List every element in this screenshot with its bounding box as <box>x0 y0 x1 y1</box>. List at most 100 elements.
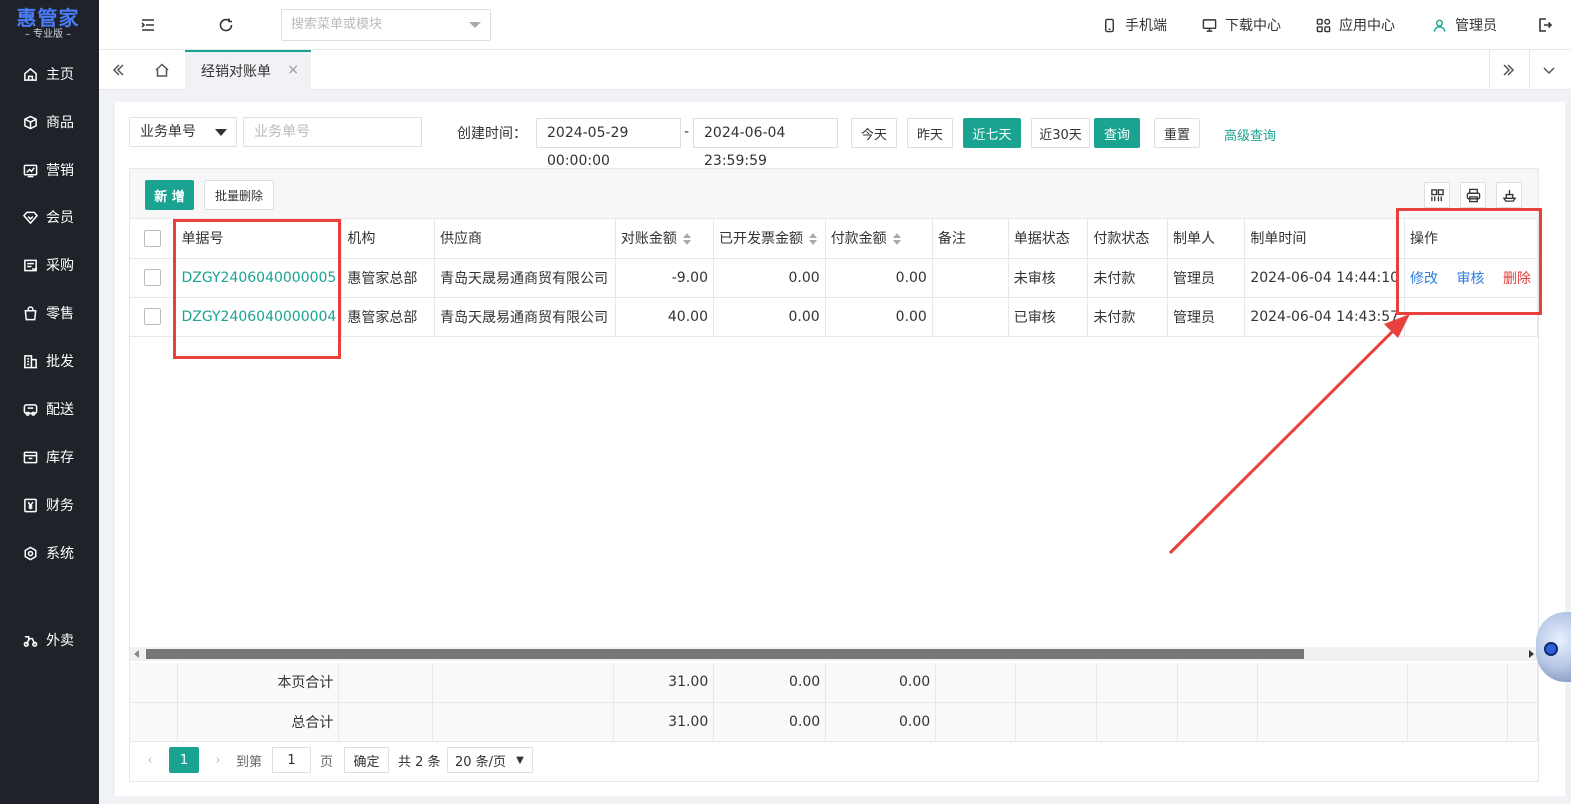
total-count: 共 2 条 <box>398 754 441 770</box>
summary-row-page: 本页合计 31.00 0.00 0.00 <box>130 663 1539 703</box>
sort-icon[interactable] <box>682 233 691 246</box>
summary-amount: 31.00 <box>613 702 715 742</box>
bill-no-link[interactable]: DZGY2406040000004 <box>181 309 336 325</box>
user-menu[interactable]: 管理员 <box>1432 15 1497 35</box>
close-icon[interactable]: × <box>287 62 299 78</box>
goto-confirm-button[interactable]: 确定 <box>344 747 389 773</box>
add-button[interactable]: 新 增 <box>145 180 194 210</box>
print-icon[interactable] <box>1460 182 1486 208</box>
tabs-scroll-right-icon[interactable] <box>1489 50 1527 90</box>
actions-cell <box>1404 297 1538 337</box>
sidebar-item-goods[interactable]: 商品 <box>0 102 99 142</box>
grid-toolbar: 新 增 批量删除 <box>130 169 1538 219</box>
delete-link[interactable]: 删除 <box>1503 271 1531 287</box>
last-7-days-button[interactable]: 近七天 <box>963 118 1021 148</box>
sidebar-item-retail[interactable]: 零售 <box>0 293 99 333</box>
app-center-link[interactable]: 应用中心 <box>1316 15 1395 35</box>
yesterday-button[interactable]: 昨天 <box>907 118 953 148</box>
sidebar-item-member[interactable]: 会员 <box>0 197 99 237</box>
page-1-button[interactable]: 1 <box>169 747 199 773</box>
monitor-icon <box>1202 18 1217 32</box>
sidebar-item-system[interactable]: 系统 <box>0 533 99 573</box>
menu-search-select[interactable]: 搜索菜单或模块 <box>281 9 491 41</box>
bill-no-cell: DZGY2406040000005 <box>175 258 343 298</box>
sidebar-item-purchase[interactable]: 采购 <box>0 245 99 285</box>
sidebar-item-marketing[interactable]: 营销 <box>0 150 99 190</box>
mobile-label: 手机端 <box>1125 18 1167 34</box>
bill-status-cell: 未审核 <box>1008 258 1089 298</box>
summary-paid: 0.00 <box>825 702 937 742</box>
sort-icon[interactable] <box>892 233 901 246</box>
mobile-link[interactable]: 手机端 <box>1102 15 1167 35</box>
column-settings-icon[interactable] <box>1424 182 1450 208</box>
app-logo[interactable]: 惠管家 – 专业版 – <box>0 0 96 48</box>
remark-cell <box>932 258 1009 298</box>
audit-link[interactable]: 审核 <box>1456 271 1484 287</box>
batch-delete-button[interactable]: 批量删除 <box>204 180 274 210</box>
home-tab-icon[interactable] <box>143 50 181 90</box>
tab-dealer-statement[interactable]: 经销对账单 × <box>185 50 311 90</box>
header-paid-label: 付款金额 <box>830 231 887 248</box>
row-select-cell <box>130 258 177 298</box>
page-size-select[interactable]: 20 条/页 ▼ <box>447 747 533 773</box>
bag-icon <box>22 305 38 321</box>
summary-table: 本页合计 31.00 0.00 0.00 总合计 31.00 0.00 0.00 <box>130 663 1539 742</box>
app-center-label: 应用中心 <box>1339 18 1395 34</box>
bill-status-cell: 已审核 <box>1008 297 1089 337</box>
logo-subtitle: – 专业版 – <box>24 29 72 40</box>
tabs-menu-chevron-icon[interactable] <box>1529 50 1567 90</box>
search-field-select[interactable]: 业务单号 <box>129 117 237 147</box>
download-center-link[interactable]: 下载中心 <box>1202 15 1281 35</box>
supplier-cell: 青岛天晟易通商贸有限公司 <box>434 297 616 337</box>
horizontal-scrollbar[interactable] <box>130 647 1538 661</box>
sidebar: 惠管家 – 专业版 – 主页 商品 营销 会员 采购 零售 批发 配送 库存 财… <box>0 0 99 804</box>
select-all-checkbox[interactable] <box>144 229 162 247</box>
pay-status-cell: 未付款 <box>1087 297 1168 337</box>
header-invoiced[interactable]: 已开发票金额 <box>713 219 826 259</box>
reset-button[interactable]: 重置 <box>1154 118 1200 148</box>
menu-collapse-icon[interactable] <box>139 16 157 34</box>
refresh-icon[interactable] <box>217 16 235 34</box>
scroll-right-arrow-icon[interactable] <box>1529 650 1534 658</box>
header-invoiced-label: 已开发票金额 <box>718 231 803 248</box>
creator-cell: 管理员 <box>1167 258 1246 298</box>
sidebar-item-label: 财务 <box>46 498 74 514</box>
next-page-icon[interactable]: › <box>210 747 226 773</box>
sidebar-item-home[interactable]: 主页 <box>0 54 99 94</box>
statement-table: 单据号 机构 供应商 对账金额 已开发票金额 付款金额 备注 单据状态 付款状态… <box>130 219 1538 337</box>
sidebar-item-wholesale[interactable]: 批发 <box>0 341 99 381</box>
bill-no-link[interactable]: DZGY2406040000005 <box>181 270 336 286</box>
export-icon[interactable] <box>1496 182 1522 208</box>
sidebar-item-takeaway[interactable]: 外卖 <box>0 620 99 660</box>
sidebar-item-finance[interactable]: 财务 <box>0 485 99 525</box>
header-paid[interactable]: 付款金额 <box>825 219 933 259</box>
pay-status-cell: 未付款 <box>1087 258 1168 298</box>
sort-icon[interactable] <box>808 233 817 246</box>
last-30-days-button[interactable]: 近30天 <box>1031 118 1090 148</box>
sidebar-item-inventory[interactable]: 库存 <box>0 437 99 477</box>
date-end-input[interactable]: 2024-06-04 23:59:59 <box>693 118 838 169</box>
header-org: 机构 <box>341 219 436 259</box>
sidebar-item-label: 配送 <box>46 402 74 418</box>
date-start-input[interactable]: 2024-05-29 00:00:00 <box>536 118 681 169</box>
query-button[interactable]: 查询 <box>1094 118 1140 148</box>
scrollbar-thumb[interactable] <box>146 649 1304 659</box>
prev-page-icon[interactable]: ‹ <box>142 747 158 773</box>
logout-icon[interactable] <box>1536 16 1554 34</box>
edit-link[interactable]: 修改 <box>1410 271 1438 287</box>
today-button[interactable]: 今天 <box>851 118 897 148</box>
goto-page-input[interactable]: 1 <box>272 747 311 773</box>
row-checkbox[interactable] <box>144 308 162 325</box>
invoiced-cell: 0.00 <box>713 297 826 337</box>
advanced-query-link[interactable]: 高级查询 <box>1224 125 1276 144</box>
header-amount[interactable]: 对账金额 <box>615 219 714 259</box>
header-actions: 操作 <box>1404 219 1538 259</box>
tabs-scroll-left-icon[interactable] <box>99 50 137 90</box>
amount-cell: 40.00 <box>615 297 714 337</box>
row-checkbox[interactable] <box>144 269 162 286</box>
menu-search-placeholder: 搜索菜单或模块 <box>291 17 383 32</box>
scroll-left-arrow-icon[interactable] <box>134 650 139 658</box>
sidebar-item-label: 零售 <box>46 306 74 322</box>
sidebar-item-delivery[interactable]: 配送 <box>0 389 99 429</box>
bill-number-input[interactable]: 业务单号 <box>243 117 422 147</box>
